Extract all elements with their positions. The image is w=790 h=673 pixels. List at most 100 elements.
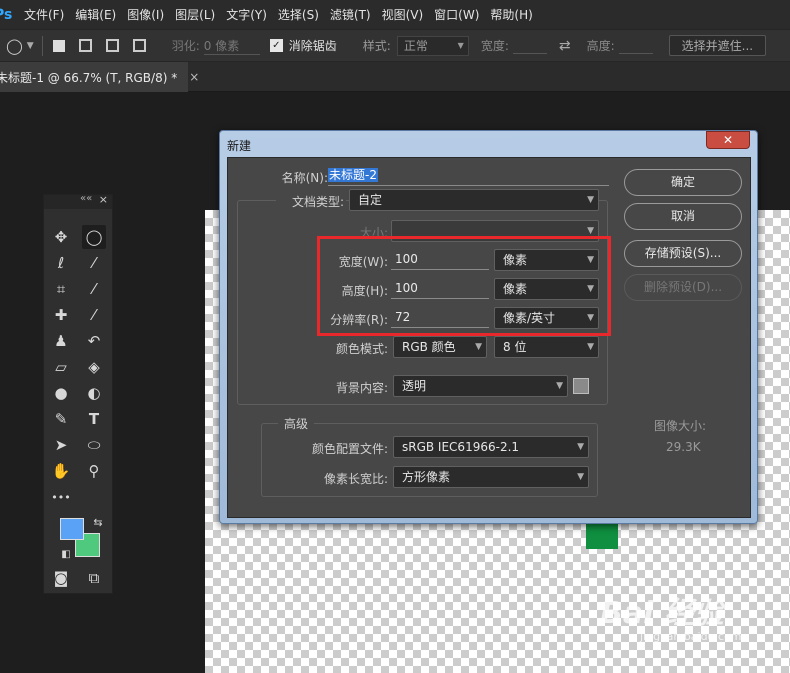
paint-bucket-tool-icon[interactable]: ◈ [82,355,106,379]
style-select[interactable]: 正常 ▼ [396,35,469,56]
watermark-logo: Bai 经验 [600,596,724,631]
toolbox-header[interactable]: «« × [44,193,112,209]
tab-bar: 未标题-1 @ 66.7% (T, RGB/8) * × [0,62,790,92]
move-tool-icon[interactable]: ✥ [49,225,73,249]
eyedropper-tool-icon[interactable]: ⁄ [82,277,106,301]
pen-tool-icon[interactable]: ✎ [49,407,73,431]
color-mode-select[interactable]: RGB 颜色 ▼ [393,336,487,358]
path-selection-tool-icon[interactable]: ➤ [49,433,73,457]
name-input[interactable]: 未标题-2 [328,166,609,186]
foreground-color-swatch[interactable] [60,518,84,540]
quick-mask-icon[interactable]: ◙ [49,566,73,590]
chevron-down-icon: ▼ [587,342,594,352]
chevron-down-icon: ▼ [587,195,594,205]
dodge-tool-icon[interactable]: ◐ [82,381,106,405]
divider [41,35,43,56]
ok-button[interactable]: 确定 [624,169,742,196]
image-size-value: 29.3K [666,440,701,454]
name-value: 未标题-2 [328,168,378,182]
select-mask-button[interactable]: 选择并遮住... [668,35,767,56]
antialias-checkbox[interactable]: ✓ [269,39,283,52]
zoom-tool-icon[interactable]: ⚲ [82,459,106,483]
feather-input[interactable]: 0 像素 [203,37,260,55]
color-profile-label: 颜色配置文件: [311,442,388,456]
watermark-url: jingyan.baidu.com [640,630,742,643]
width-label: 宽度: [480,39,509,53]
background-value: 透明 [402,379,427,393]
new-selection-icon[interactable] [52,39,65,52]
chevron-down-icon: ▼ [556,381,563,391]
collapse-icon[interactable]: «« [80,193,92,204]
ellipse-marquee-tool-icon[interactable]: ◯ [82,225,106,249]
dialog-title: 新建 [227,139,252,153]
screen-mode-icon[interactable]: ⧉ [82,566,106,590]
magic-wand-tool-icon[interactable]: ⁄ [82,251,106,275]
swap-colors-icon[interactable]: ⇆ [86,510,110,534]
ellipse-shape-tool-icon[interactable]: ⬭ [82,433,106,457]
delete-preset-button: 删除预设(D)... [624,274,742,301]
background-select[interactable]: 透明 ▼ [393,375,568,397]
close-icon[interactable]: × [189,70,199,84]
more-tools-icon[interactable]: ••• [49,485,73,509]
menu-view[interactable]: 视图(V) [382,6,424,23]
blur-tool-icon[interactable]: ● [49,381,73,405]
color-profile-value: sRGB IEC61966-2.1 [402,440,520,454]
antialias-label: 消除锯齿 [288,39,337,53]
menu-window[interactable]: 窗口(W) [434,6,479,23]
background-label: 背景内容: [335,381,388,395]
options-bar: ◯ ▼ 羽化: 0 像素 ✓ 消除锯齿 样式: 正常 ▼ 宽度: ⇄ 高度: 选… [0,29,790,62]
crop-tool-icon[interactable]: ⌗ [49,277,73,301]
chevron-down-icon: ▼ [577,472,584,482]
chevron-down-icon[interactable]: ▼ [27,41,34,51]
menu-help[interactable]: 帮助(H) [490,6,532,23]
menu-filter[interactable]: 滤镜(T) [330,6,371,23]
style-label: 样式: [362,39,391,53]
bit-depth-value: 8 位 [503,340,527,354]
menu-layer[interactable]: 图层(L) [175,6,215,23]
chevron-down-icon: ▼ [475,342,482,352]
close-icon[interactable]: ✕ [706,131,750,149]
menu-file[interactable]: 文件(F) [24,6,64,23]
highlight-box [317,236,611,336]
healing-brush-tool-icon[interactable]: ✚ [49,303,73,327]
add-selection-icon[interactable] [78,39,92,52]
tab-document-label: 未标题-1 @ 66.7% (T, RGB/8) * [0,70,178,85]
chevron-down-icon: ▼ [577,442,584,452]
type-tool-icon[interactable]: T [82,407,106,431]
color-mode-label: 颜色模式: [335,342,388,356]
image-size-label: 图像大小: [654,419,707,433]
eraser-tool-icon[interactable]: ▱ [49,355,73,379]
intersect-selection-icon[interactable] [132,39,146,52]
cancel-button[interactable]: 取消 [624,203,742,230]
feather-label: 羽化: [171,39,200,53]
bit-depth-select[interactable]: 8 位 ▼ [494,336,599,358]
height-input[interactable] [618,38,653,54]
tab-document[interactable]: 未标题-1 @ 66.7% (T, RGB/8) * × [0,62,199,92]
preset-select[interactable]: 自定 ▼ [349,189,599,211]
lasso-tool-icon[interactable]: ℓ [49,251,73,275]
width-input[interactable] [512,38,547,54]
pixel-aspect-label: 像素长宽比: [323,472,388,486]
menu-image[interactable]: 图像(I) [127,6,164,23]
ellipse-marquee-icon[interactable]: ◯ [6,37,23,55]
pixel-aspect-select[interactable]: 方形像素 ▼ [393,466,589,488]
background-color-swatch[interactable] [573,378,589,394]
preset-label: 文档类型: [276,193,346,210]
subtract-selection-icon[interactable] [105,39,119,52]
brush-tool-icon[interactable]: ⁄ [82,303,106,327]
ps-logo: Ps [0,6,13,23]
close-icon[interactable]: × [99,193,108,206]
menu-select[interactable]: 选择(S) [278,6,319,23]
save-preset-button[interactable]: 存储预设(S)... [624,240,742,267]
swap-icon[interactable]: ⇄ [559,38,571,54]
menu-edit[interactable]: 编辑(E) [75,6,116,23]
stamp-tool-icon[interactable]: ♟ [49,329,73,353]
menu-bar: Ps 文件(F) 编辑(E) 图像(I) 图层(L) 文字(Y) 选择(S) 滤… [0,0,790,29]
height-label: 高度: [586,39,615,53]
hand-tool-icon[interactable]: ✋ [49,459,73,483]
menu-type[interactable]: 文字(Y) [226,6,267,23]
chevron-down-icon: ▼ [457,40,464,50]
advanced-label: 高级 [278,415,315,432]
history-brush-tool-icon[interactable]: ↶ [82,329,106,353]
color-profile-select[interactable]: sRGB IEC61966-2.1 ▼ [393,436,589,458]
